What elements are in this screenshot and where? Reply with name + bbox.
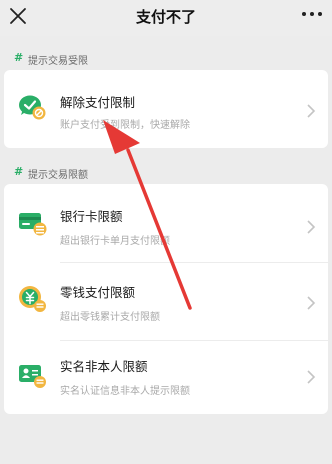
bank-card-icon bbox=[19, 213, 47, 236]
chevron-right-icon bbox=[307, 104, 316, 118]
list-item-bank-card-limit[interactable]: 银行卡限额 超出银行卡单月支付限额 bbox=[4, 192, 328, 256]
limits-card: 银行卡限额 超出银行卡单月支付限额 零钱支付限额 超出零钱累计支付限额 实名非本… bbox=[4, 184, 328, 414]
section-label: 提示交易限额 bbox=[28, 170, 88, 181]
chevron-right-icon bbox=[307, 220, 316, 234]
chevron-right-icon bbox=[307, 370, 316, 384]
hash-mark: # bbox=[14, 51, 24, 64]
item-subtitle: 超出银行卡单月支付限额 bbox=[60, 236, 170, 247]
restricted-card: 解除支付限制 账户支付受到限制，快速解除 bbox=[4, 70, 328, 148]
wallet-change-icon bbox=[19, 286, 46, 312]
hash-mark: # bbox=[14, 165, 24, 178]
item-subtitle: 超出零钱累计支付限额 bbox=[60, 312, 160, 323]
top-bar: 支付不了 bbox=[0, 0, 332, 36]
item-title: 解除支付限制 bbox=[60, 95, 136, 110]
list-item-remove-restriction[interactable]: 解除支付限制 账户支付受到限制，快速解除 bbox=[4, 78, 328, 142]
divider bbox=[60, 262, 328, 263]
item-title: 零钱支付限额 bbox=[60, 285, 136, 300]
section-label: 提示交易受限 bbox=[28, 56, 88, 67]
item-subtitle: 账户支付受到限制，快速解除 bbox=[60, 120, 190, 131]
section-header-limits: # 提示交易限额 bbox=[0, 160, 332, 184]
chevron-right-icon bbox=[307, 296, 316, 310]
item-title: 银行卡限额 bbox=[60, 209, 123, 224]
more-dots-icon[interactable] bbox=[300, 4, 324, 24]
section-header-restricted: # 提示交易受限 bbox=[0, 46, 332, 70]
list-item-change-limit[interactable]: 零钱支付限额 超出零钱累计支付限额 bbox=[4, 270, 328, 334]
page-title: 支付不了 bbox=[135, 8, 196, 26]
item-subtitle: 实名认证信息非本人提示限额 bbox=[60, 386, 190, 397]
payment-restriction-icon bbox=[19, 95, 46, 120]
id-card-icon bbox=[19, 365, 46, 388]
list-item-realname-limit[interactable]: 实名非本人限额 实名认证信息非本人提示限额 bbox=[4, 346, 328, 410]
divider bbox=[60, 340, 328, 341]
item-title: 实名非本人限额 bbox=[60, 359, 148, 374]
